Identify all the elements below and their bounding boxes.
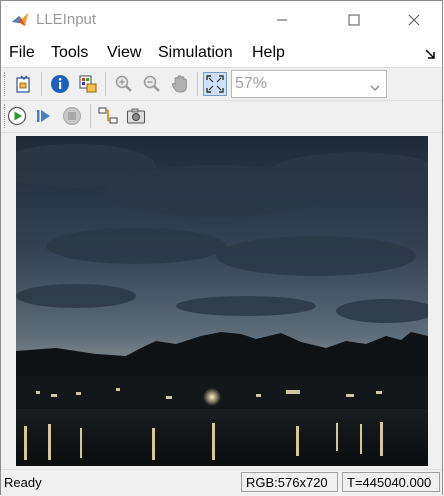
toolbar-grip[interactable] <box>4 72 9 96</box>
stop-icon <box>63 107 81 125</box>
close-icon <box>408 14 420 26</box>
toolbar-simulation <box>1 101 442 131</box>
open-model-button[interactable] <box>12 72 36 96</box>
zoom-in-button[interactable] <box>112 72 136 96</box>
run-icon <box>7 106 27 126</box>
night-landscape-image <box>16 136 428 466</box>
info-icon <box>51 75 69 93</box>
export-button[interactable] <box>76 72 100 96</box>
snapshot-icon <box>127 108 145 124</box>
dock-arrow-icon[interactable] <box>424 47 436 59</box>
zoom-out-icon <box>143 75 160 92</box>
menu-file[interactable]: File <box>9 44 35 62</box>
displayed-image[interactable] <box>16 136 428 466</box>
menu-simulation[interactable]: Simulation <box>158 44 233 62</box>
toolbar-separator <box>105 72 106 96</box>
window-title: LLEInput <box>36 11 97 28</box>
status-rgb-size: RGB:576x720 <box>241 472 338 492</box>
close-button[interactable] <box>391 1 437 39</box>
pan-hand-icon <box>171 75 187 93</box>
stop-button[interactable] <box>60 104 84 128</box>
pan-button[interactable] <box>168 72 192 96</box>
status-ready-text: Ready <box>4 475 42 490</box>
zoom-level-value: 57% <box>235 75 268 92</box>
chevron-down-icon <box>370 79 380 97</box>
snapshot-button[interactable] <box>124 104 148 128</box>
toolbar-separator <box>90 104 91 128</box>
step-forward-button[interactable] <box>32 104 56 128</box>
zoom-out-button[interactable] <box>140 72 164 96</box>
zoom-in-icon <box>115 75 132 92</box>
menu-view[interactable]: View <box>107 44 141 62</box>
zoom-level-dropdown[interactable]: 57% <box>231 70 387 98</box>
matlab-logo-icon <box>11 10 29 28</box>
run-button[interactable] <box>5 104 29 128</box>
toolbar-main: 57% <box>1 68 442 101</box>
minimize-button[interactable] <box>259 1 305 39</box>
fit-to-window-icon <box>206 75 224 93</box>
app-window: LLEInput File Tools View Simulation Help <box>0 0 443 496</box>
export-icon <box>79 75 97 93</box>
toolbar-separator <box>197 72 198 96</box>
highlight-model-button[interactable] <box>96 104 120 128</box>
toolbar-separator <box>41 72 42 96</box>
menu-bar: File Tools View Simulation Help <box>1 39 442 68</box>
status-sim-time: T=445040.000 <box>342 472 440 492</box>
open-model-icon <box>16 75 30 93</box>
menu-tools[interactable]: Tools <box>51 44 88 62</box>
highlight-model-icon <box>98 107 118 124</box>
maximize-icon <box>348 14 360 26</box>
info-button[interactable] <box>48 72 72 96</box>
fit-to-window-button[interactable] <box>203 72 227 96</box>
maximize-button[interactable] <box>331 1 377 39</box>
minimize-icon <box>277 19 287 21</box>
step-forward-icon <box>37 110 50 122</box>
title-bar[interactable]: LLEInput <box>1 1 442 39</box>
status-bar: Ready RGB:576x720 T=445040.000 <box>1 469 442 496</box>
menu-help[interactable]: Help <box>252 44 285 62</box>
